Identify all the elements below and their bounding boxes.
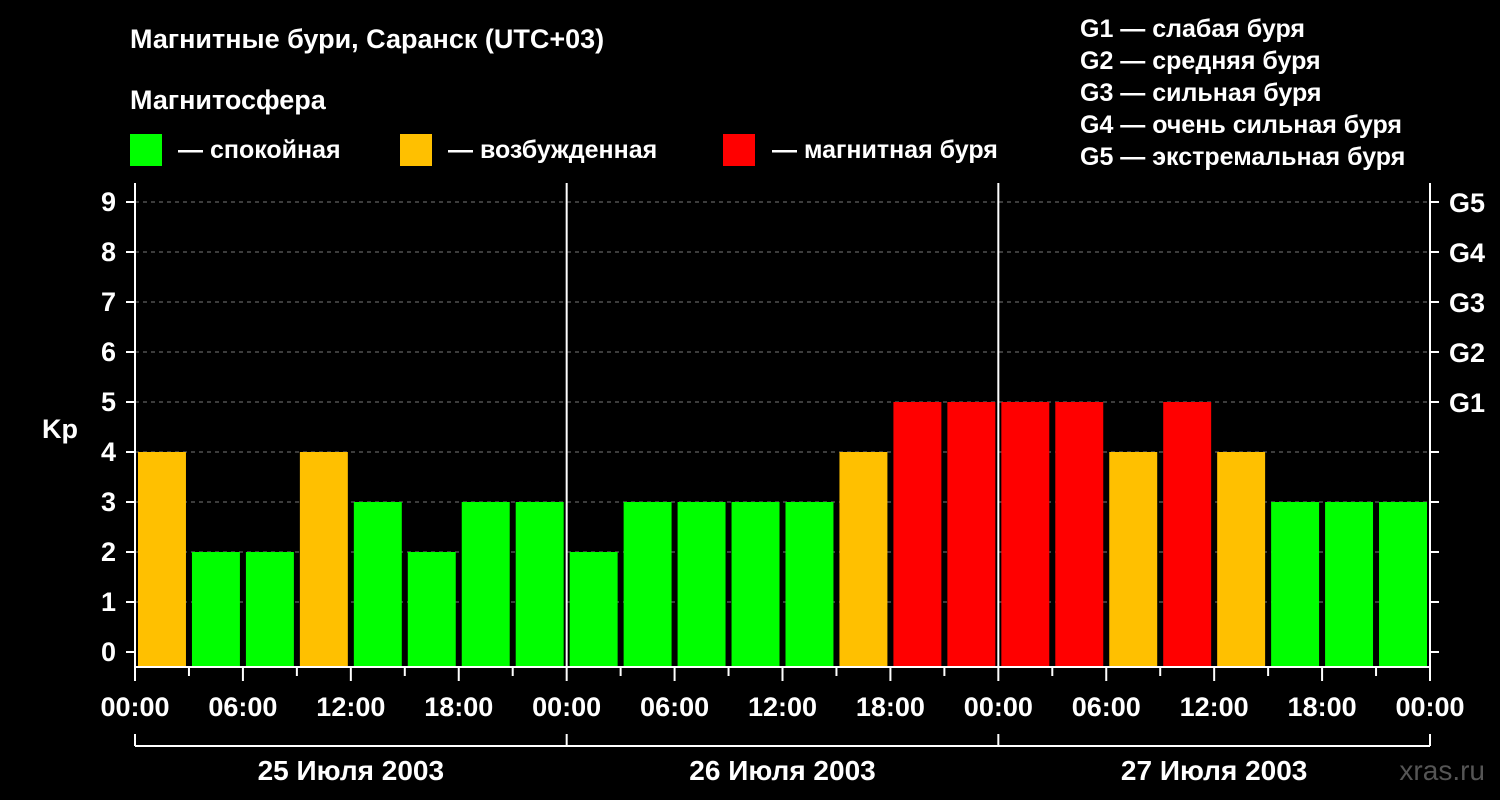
y-axis-label: Kp: [42, 414, 78, 444]
bar: [1055, 402, 1104, 667]
bar: [623, 502, 672, 667]
bar: [785, 502, 834, 667]
right-tick-label: G4: [1449, 238, 1485, 268]
y-tick-label: 1: [101, 587, 116, 617]
bar: [515, 502, 564, 667]
x-tick-label: 00:00: [964, 692, 1033, 722]
bar: [1217, 452, 1266, 667]
legend-swatch-storm: [723, 134, 755, 166]
legend-swatch-active: [400, 134, 432, 166]
chart-title: Магнитные бури, Саранск (UTC+03): [130, 24, 604, 54]
date-label: 25 Июля 2003: [258, 755, 444, 786]
storm-scale-g5: G5 — экстремальная буря: [1080, 143, 1405, 171]
legend-swatch-calm: [130, 134, 162, 166]
bar: [569, 552, 618, 667]
bar: [677, 502, 726, 667]
bar: [1109, 452, 1158, 667]
x-tick-label: 12:00: [748, 692, 817, 722]
storm-scale-g1: G1 — слабая буря: [1080, 15, 1305, 43]
storm-scale-g3: G3 — сильная буря: [1080, 79, 1322, 107]
x-tick-label: 18:00: [424, 692, 493, 722]
legend-label-active: — возбужденная: [448, 136, 657, 164]
bar: [353, 502, 402, 667]
y-tick-label: 9: [101, 187, 116, 217]
legend-heading: Магнитосфера: [130, 85, 327, 115]
legend-label-calm: — спокойная: [178, 136, 341, 164]
bar: [731, 502, 780, 667]
x-tick-label: 00:00: [532, 692, 601, 722]
y-tick-label: 6: [101, 337, 116, 367]
x-tick-label: 00:00: [100, 692, 169, 722]
x-tick-label: 18:00: [1288, 692, 1357, 722]
bar: [245, 552, 294, 667]
bar: [299, 452, 348, 667]
bar: [138, 452, 186, 667]
right-tick-label: G2: [1449, 338, 1485, 368]
right-tick-label: G5: [1449, 188, 1485, 218]
y-tick-label: 4: [101, 437, 116, 467]
bar: [1163, 402, 1212, 667]
bar: [1379, 502, 1427, 667]
bar: [839, 452, 888, 667]
bar: [1001, 402, 1050, 667]
kp-chart: Магнитные бури, Саранск (UTC+03) Магнито…: [42, 15, 1485, 786]
y-tick-label: 2: [101, 537, 116, 567]
date-label: 27 Июля 2003: [1121, 755, 1307, 786]
bar: [407, 552, 456, 667]
x-tick-label: 12:00: [1180, 692, 1249, 722]
date-label: 26 Июля 2003: [689, 755, 875, 786]
storm-scale-g4: G4 — очень сильная буря: [1080, 111, 1402, 139]
bar: [191, 552, 240, 667]
x-tick-label: 12:00: [316, 692, 385, 722]
x-tick-label: 06:00: [208, 692, 277, 722]
bar: [893, 402, 942, 667]
x-tick-label: 00:00: [1395, 692, 1464, 722]
y-tick-label: 3: [101, 487, 116, 517]
x-tick-label: 18:00: [856, 692, 925, 722]
y-tick-label: 0: [101, 637, 116, 667]
y-tick-label: 7: [101, 287, 116, 317]
x-tick-label: 06:00: [640, 692, 709, 722]
watermark: xras.ru: [1399, 755, 1485, 786]
y-tick-label: 8: [101, 237, 116, 267]
bar: [461, 502, 510, 667]
y-tick-label: 5: [101, 387, 116, 417]
right-tick-label: G3: [1449, 288, 1485, 318]
bar: [1271, 502, 1320, 667]
plot-area: 0 1 2 3 4 5 6 7 8 9 G1 G2 G3 G4 G5 00:00 06:00 12:00 18:00…: [100, 183, 1485, 786]
x-tick-label: 06:00: [1072, 692, 1141, 722]
bar: [1325, 502, 1374, 667]
storm-scale-g2: G2 — средняя буря: [1080, 47, 1321, 75]
bar: [947, 402, 996, 667]
legend-label-storm: — магнитная буря: [772, 136, 998, 164]
right-tick-label: G1: [1449, 388, 1485, 418]
